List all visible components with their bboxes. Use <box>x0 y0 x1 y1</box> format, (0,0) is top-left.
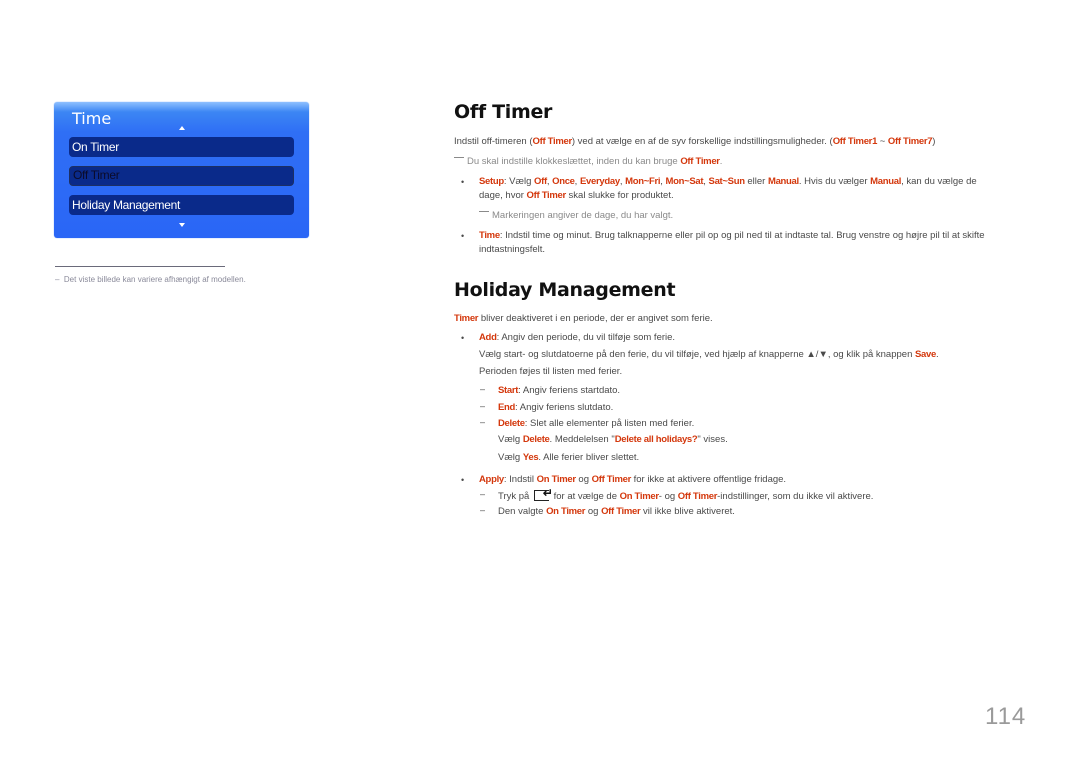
note-icon <box>454 157 464 158</box>
time-menu-panel: Time On Timer Off Timer Holiday Manageme… <box>54 102 309 238</box>
dash-icon: – <box>480 505 486 515</box>
bullet-icon: • <box>461 177 465 187</box>
time-item: Time: Indstil time og minut. Brug talkna… <box>479 230 985 241</box>
dash-icon: – <box>480 489 486 499</box>
note-icon <box>479 211 489 212</box>
enter-key-icon <box>533 486 553 501</box>
holiday-intro: Timer bliver deaktiveret i en periode, d… <box>454 313 713 324</box>
menu-item-on-timer[interactable]: On Timer <box>69 137 294 157</box>
time-item-line2: indtastningsfelt. <box>479 244 546 255</box>
scroll-down-arrow-icon[interactable] <box>179 223 185 227</box>
off-timer-intro: Indstil off-timeren (Off Timer) ved at v… <box>454 136 936 147</box>
image-footnote: – Det viste billede kan variere afhængig… <box>55 275 246 284</box>
delete-item-line3: Vælg Yes. Alle ferier bliver slettet. <box>498 452 640 463</box>
setup-item-line2: dage, hvor Off Timer skal slukke for pro… <box>479 190 674 201</box>
menu-title: Time <box>72 109 112 128</box>
apply-subitem-2: Den valgte On Timer og Off Timer vil ikk… <box>498 506 735 517</box>
bullet-icon: • <box>461 333 465 343</box>
bullet-icon: • <box>461 231 465 241</box>
setup-note: Markeringen angiver de dage, du har valg… <box>479 210 673 221</box>
dash-icon: – <box>480 401 486 411</box>
page-number: 114 <box>985 703 1027 730</box>
dash-icon: – <box>55 275 60 284</box>
holiday-management-heading: Holiday Management <box>454 279 676 301</box>
add-item-line3: Perioden føjes til listen med ferier. <box>479 366 623 377</box>
dash-icon: – <box>480 384 486 394</box>
delete-item-line2: Vælg Delete. Meddelelsen "Delete all hol… <box>498 434 728 445</box>
scroll-up-arrow-icon[interactable] <box>179 126 185 130</box>
delete-item: Delete: Slet alle elementer på listen me… <box>498 418 695 429</box>
menu-item-off-timer[interactable]: Off Timer <box>69 166 294 186</box>
footnote-divider <box>55 266 225 267</box>
start-item: Start: Angiv feriens startdato. <box>498 385 621 396</box>
end-item: End: Angiv feriens slutdato. <box>498 402 614 413</box>
off-timer-heading: Off Timer <box>454 101 553 123</box>
add-item: Add: Angiv den periode, du vil tilføje s… <box>479 332 676 343</box>
setup-item: Setup: Vælg Off, Once, Everyday, Mon~Fri… <box>479 176 977 187</box>
apply-item: Apply: Indstil On Timer og Off Timer for… <box>479 474 787 485</box>
bullet-icon: • <box>461 475 465 485</box>
menu-item-holiday-management[interactable]: Holiday Management <box>69 195 294 215</box>
dash-icon: – <box>480 417 486 427</box>
add-item-line2: Vælg start- og slutdatoerne på den ferie… <box>479 349 939 360</box>
off-timer-note: Du skal indstille klokkeslættet, inden d… <box>454 156 722 167</box>
apply-subitem-1: Tryk på for at vælge de On Timer- og Off… <box>498 486 873 502</box>
